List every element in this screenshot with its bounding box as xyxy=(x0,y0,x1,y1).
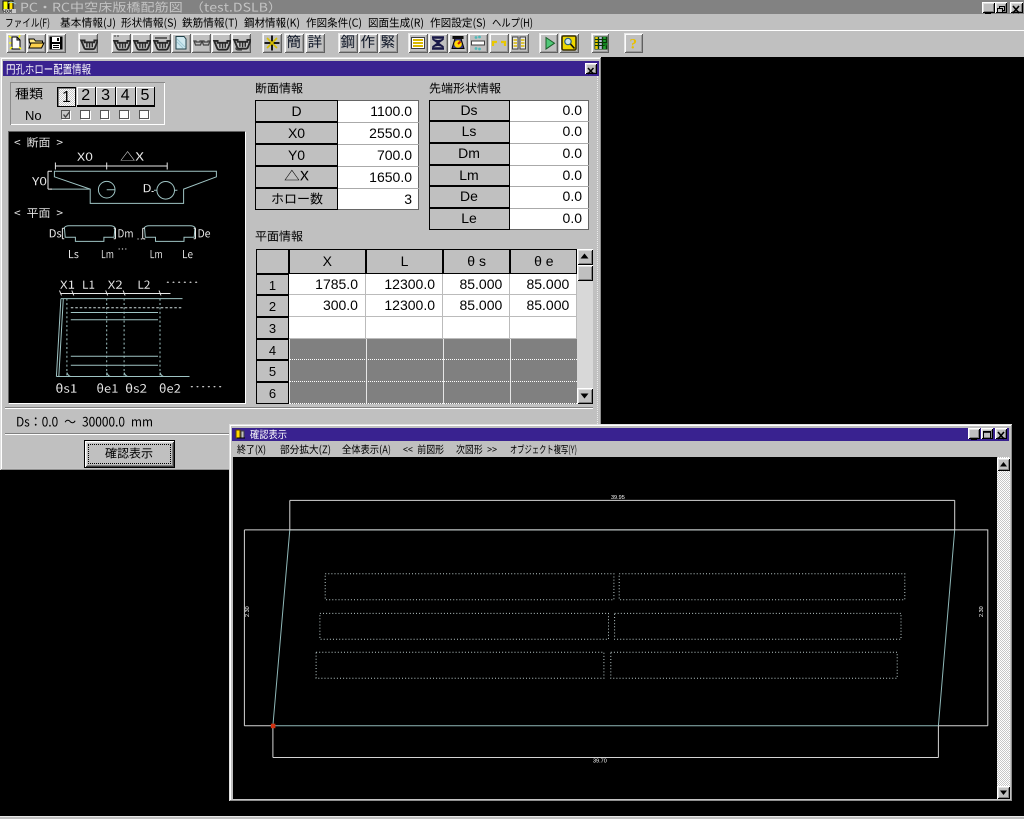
svg-text:39.70: 39.70 xyxy=(593,759,607,765)
svg-text:?: ? xyxy=(629,37,637,53)
svg-text:2.30: 2.30 xyxy=(245,606,251,617)
svg-text:2.30: 2.30 xyxy=(979,606,985,617)
svg-text:39.95: 39.95 xyxy=(611,495,625,501)
